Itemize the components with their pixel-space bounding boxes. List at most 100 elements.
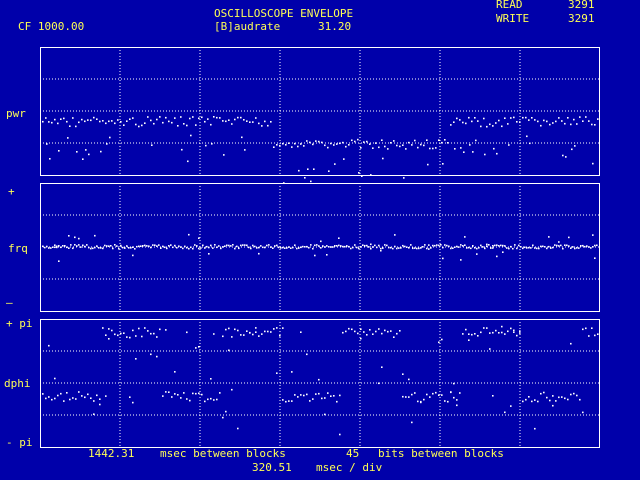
dphi-trace-dot: [300, 331, 302, 333]
pwr-trace-dot: [390, 142, 392, 144]
frq-trace-dot: [502, 251, 504, 253]
frq-trace-dot: [104, 244, 106, 247]
frq-trace-dot: [200, 247, 202, 249]
frq-trace-dot: [50, 247, 52, 249]
dphi-trace-dot: [510, 327, 512, 330]
dphi-trace-dot: [384, 329, 386, 332]
frq-trace-dot: [518, 244, 520, 247]
frq-trace-dot: [154, 244, 156, 246]
dphi-trace-dot: [354, 330, 356, 333]
frq-trace-dot: [132, 246, 134, 248]
pwr-trace-dot: [58, 150, 60, 152]
frq-trace-dot: [462, 245, 464, 247]
dphi-trace-dot: [285, 400, 287, 403]
frq-trace-dot: [458, 246, 460, 248]
frq-trace-dot: [182, 247, 184, 250]
frq-trace-dot: [232, 244, 234, 246]
frq-trace-dot: [60, 246, 62, 249]
dphi-trace-dot: [438, 394, 440, 396]
dphi-trace-dot: [582, 328, 584, 331]
frq-trace-dot: [248, 246, 250, 249]
frq-trace-dot: [312, 247, 314, 250]
pwr-trace-dot: [334, 163, 336, 165]
dphi-trace-dot: [228, 327, 230, 330]
pwr-trace-dot: [46, 143, 48, 145]
dphi-trace-dot: [294, 394, 296, 396]
pwr-trace-dot: [174, 117, 176, 119]
dphi-trace-dot: [336, 400, 338, 403]
frq-trace-dot: [188, 233, 190, 236]
dphi-trace-dot: [42, 393, 44, 395]
pwr-trace-dot: [427, 163, 429, 166]
dphi-trace-dot: [351, 328, 353, 331]
pwr-trace-dot: [562, 154, 564, 157]
frq-trace-dot: [568, 245, 570, 247]
pwr-trace-dot: [420, 143, 422, 146]
dphi-trace-dot: [174, 371, 176, 373]
frq-trace-dot: [452, 247, 454, 249]
frq-trace-dot: [476, 253, 478, 255]
frq-trace-dot: [550, 247, 552, 249]
frq-trace-dot: [108, 245, 110, 247]
pwr-trace-dot: [85, 149, 87, 151]
dphi-trace-dot: [513, 331, 515, 333]
dphi-trace-dot: [51, 398, 53, 401]
dphi-trace-dot: [534, 399, 536, 401]
frq-trace-dot: [492, 245, 494, 247]
pwr-trace-dot: [252, 121, 254, 123]
frq-trace-dot: [572, 246, 574, 248]
frq-trace-dot: [190, 246, 192, 249]
pwr-trace-dot: [525, 116, 527, 119]
frq-trace-dot: [170, 244, 172, 246]
pwr-trace-dot: [195, 124, 197, 126]
dphi-trace-dot: [489, 332, 491, 334]
pwr-trace-dot: [285, 144, 287, 146]
frq-trace-dot: [520, 246, 522, 248]
pwr-trace-dot: [363, 141, 365, 143]
frq-trace-dot: [326, 245, 328, 247]
frq-trace-dot: [416, 247, 418, 250]
dphi-trace-dot: [300, 394, 302, 396]
pwr-trace-dot: [469, 144, 471, 146]
dphi-trace-dot: [90, 397, 92, 399]
pwr-trace-dot: [321, 141, 323, 144]
pwr-trace-dot: [447, 142, 449, 144]
frq-trace-dot: [56, 246, 58, 249]
frq-trace-dot: [222, 246, 224, 248]
pwr-trace-dot: [460, 147, 462, 149]
frq-trace-dot: [138, 245, 140, 248]
frq-trace-dot: [294, 244, 296, 246]
pwr-trace-dot: [244, 149, 246, 151]
frq-trace-dot: [342, 245, 344, 248]
frq-trace-dot: [156, 245, 158, 247]
pwr-trace-dot: [444, 139, 446, 141]
pwr-trace-dot: [484, 153, 486, 156]
pwr-trace-dot: [328, 170, 330, 172]
dphi-trace-dot: [219, 392, 221, 394]
frq-trace-dot: [134, 248, 136, 250]
pwr-trace-dot: [304, 177, 306, 179]
pwr-trace-dot: [435, 147, 437, 149]
frq-trace-dot: [280, 247, 282, 249]
frq-trace-dot: [376, 246, 378, 249]
dphi-trace-dot: [513, 329, 515, 332]
dphi-trace-dot: [456, 399, 458, 401]
dphi-trace-dot: [123, 332, 125, 334]
pwr-trace-dot: [180, 116, 182, 118]
pwr-trace-dot: [570, 123, 572, 126]
pwr-trace-dot: [528, 119, 530, 121]
dphi-trace-dot: [258, 335, 260, 337]
pwr-trace-dot: [108, 120, 110, 123]
dphi-trace-dot: [207, 398, 209, 401]
dphi-trace-dot: [276, 372, 278, 374]
dphi-trace-dot: [141, 335, 143, 338]
frq-trace-dot: [496, 244, 498, 246]
pwr-trace-dot: [423, 144, 425, 147]
dphi-trace-dot: [456, 404, 458, 407]
dphi-trace-dot: [312, 398, 314, 400]
frq-trace-dot: [254, 245, 256, 248]
frq-trace-dot: [260, 245, 262, 247]
frq-trace-dot: [208, 246, 210, 249]
frq-trace-dot: [394, 245, 396, 248]
pwr-trace-dot: [213, 116, 215, 118]
